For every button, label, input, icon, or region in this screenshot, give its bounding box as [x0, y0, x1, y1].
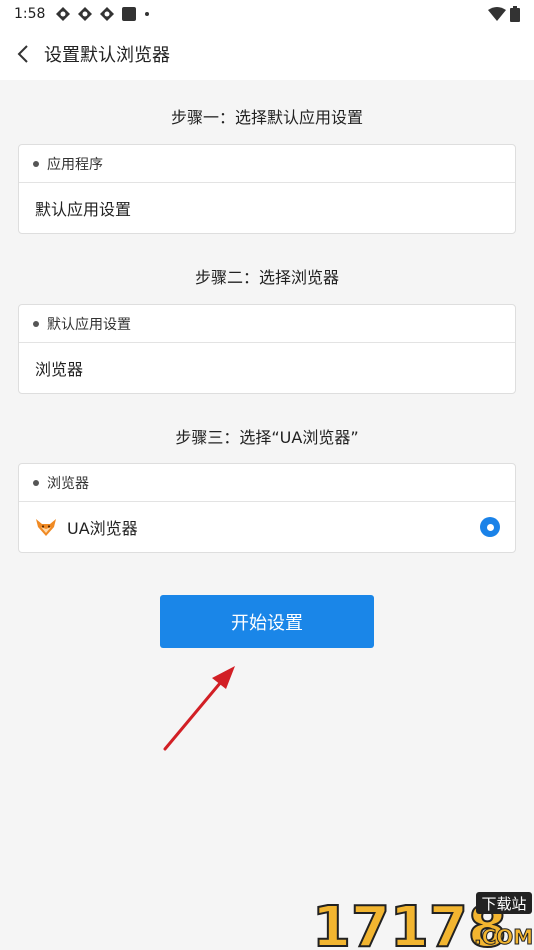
more-notifications-dot: [145, 12, 150, 16]
status-bar: 1:58: [0, 0, 534, 28]
step-2-card-header: 默认应用设置: [19, 305, 515, 343]
chevron-left-icon[interactable]: [12, 42, 36, 66]
step-1-option[interactable]: 默认应用设置: [19, 183, 515, 233]
ua-browser-fox-icon: [36, 519, 56, 536]
app-icon: [100, 7, 115, 21]
step-3-title: 步骤三：选择“UA浏览器”: [175, 428, 359, 447]
step-2-option[interactable]: 浏览器: [19, 343, 515, 393]
bullet-icon: [33, 160, 39, 167]
step-2-title: 步骤二：选择浏览器: [194, 268, 339, 287]
app-icon: [56, 7, 71, 21]
watermark-domain: .COM: [474, 925, 533, 949]
bullet-icon: [33, 479, 39, 486]
step-3-option[interactable]: UA浏览器: [19, 502, 515, 552]
step-2-option-label: 浏览器: [35, 360, 84, 379]
square-icon: [122, 7, 137, 21]
app-bar: 设置默认浏览器: [0, 28, 534, 80]
page-title: 设置默认浏览器: [44, 45, 170, 66]
site-watermark: 17178 下载站 .COM: [311, 892, 534, 950]
bullet-icon: [33, 320, 39, 327]
step-3-header-label: 浏览器: [47, 475, 89, 492]
red-arrow-annotation: [163, 666, 235, 751]
step-1-option-label: 默认应用设置: [35, 200, 132, 219]
step-1-card-header: 应用程序: [19, 145, 515, 183]
step-2-header-label: 默认应用设置: [47, 316, 131, 333]
step-3-card: 浏览器 UA浏览器: [18, 463, 516, 553]
step-1-header-label: 应用程序: [47, 156, 103, 173]
step-2-card: 默认应用设置 浏览器: [18, 304, 516, 394]
start-setup-button[interactable]: 开始设置: [160, 595, 374, 648]
step-3-card-header: 浏览器: [19, 464, 515, 502]
watermark-tag: 下载站: [481, 895, 526, 913]
status-time: 1:58: [14, 6, 46, 22]
selected-radio[interactable]: [480, 517, 500, 537]
step-1-title: 步骤一：选择默认应用设置: [170, 108, 363, 127]
step-1-card: 应用程序 默认应用设置: [18, 144, 516, 234]
step-3-option-label: UA浏览器: [67, 519, 138, 538]
battery-icon: [510, 6, 520, 22]
app-icon: [78, 7, 93, 21]
wifi-icon: [488, 7, 506, 21]
